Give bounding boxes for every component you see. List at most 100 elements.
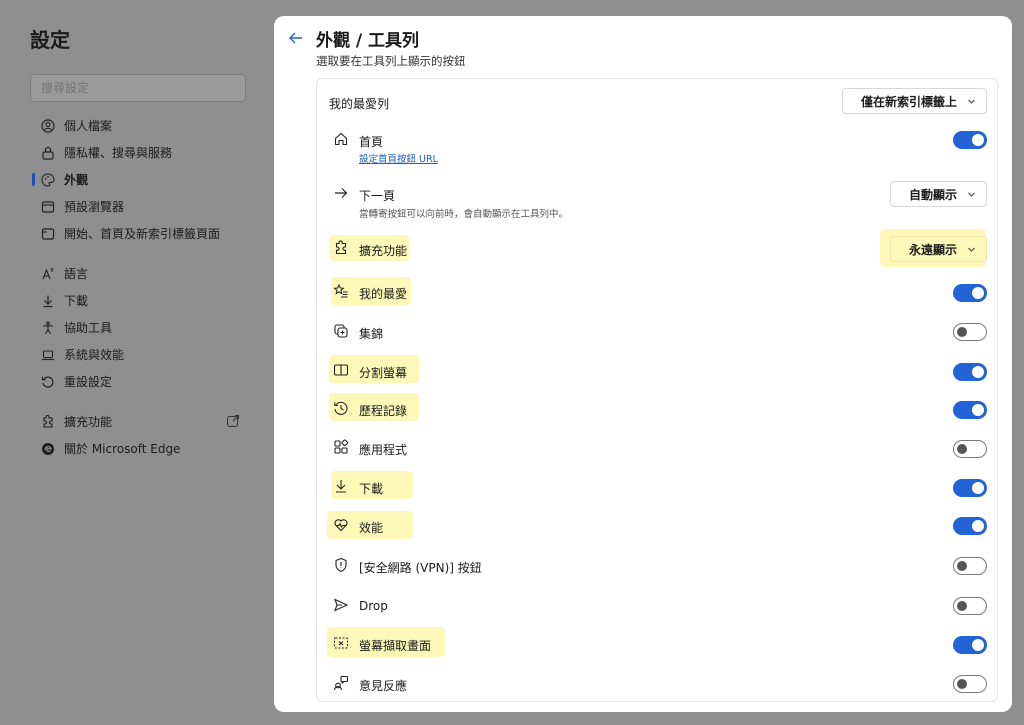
sidebar-item-label: 重設設定	[64, 375, 113, 389]
sidebar-title: 設定	[30, 28, 70, 52]
sidebar-item-language[interactable]: 語言	[30, 260, 250, 287]
performance-toggle[interactable]	[953, 517, 987, 535]
sidebar-item-label: 擴充功能	[64, 415, 113, 429]
lock-icon	[40, 145, 56, 161]
sidebar-item-about[interactable]: 關於 Microsoft Edge	[30, 435, 250, 462]
row-feedback: 意見反應	[317, 661, 997, 699]
row-performance: 效能	[317, 505, 997, 543]
back-arrow-icon[interactable]	[288, 30, 304, 46]
nav-group-secondary: 語言 下載 協助工具 系統與效能 重設設定	[30, 260, 250, 395]
external-link-icon[interactable]	[226, 414, 240, 428]
accessibility-icon	[40, 320, 56, 336]
feedback-label: 意見反應	[359, 679, 408, 693]
sidebar-item-label: 外觀	[64, 173, 89, 187]
send-icon	[333, 597, 349, 613]
row-drop: Drop	[317, 583, 997, 621]
feedback-icon	[333, 675, 349, 691]
home-label: 首頁	[359, 135, 384, 149]
sidebar-item-privacy[interactable]: 隱私權、搜尋與服務	[30, 139, 250, 166]
sidebar-item-label: 協助工具	[64, 321, 113, 335]
forward-description: 當轉寄按鈕可以向前時，會自動顯示在工具列中。	[359, 209, 569, 220]
profile-icon	[40, 118, 56, 134]
history-label: 歷程記錄	[359, 404, 408, 418]
start-page-icon	[40, 226, 56, 242]
apps-icon	[333, 439, 349, 455]
palette-icon	[40, 172, 56, 188]
favorites-bar-dropdown[interactable]: 僅在新索引標籤上	[841, 88, 987, 114]
performance-label: 效能	[359, 521, 384, 535]
screenshot-label: 螢幕擷取畫面	[359, 639, 432, 653]
extension-icon	[40, 414, 56, 430]
apps-toggle[interactable]	[953, 440, 987, 458]
drop-toggle[interactable]	[953, 597, 987, 615]
sidebar-item-label: 隱私權、搜尋與服務	[64, 146, 173, 160]
split-screen-toggle[interactable]	[953, 363, 987, 381]
chevron-down-icon	[967, 245, 976, 254]
set-home-url-link[interactable]: 設定首頁按鈕 URL	[359, 151, 438, 165]
dropdown-value: 僅在新索引標籤上	[860, 94, 957, 109]
page-subtitle: 選取要在工具列上顯示的按鈕	[316, 54, 466, 68]
collections-toggle[interactable]	[953, 323, 987, 341]
shield-icon	[333, 557, 349, 573]
page-title: 外觀 / 工具列	[316, 31, 420, 51]
row-favorites: 我的最愛	[317, 275, 997, 313]
sidebar-item-label: 個人檔案	[64, 119, 113, 133]
chevron-down-icon	[967, 190, 976, 199]
row-split-screen: 分割螢幕	[317, 351, 997, 389]
feedback-toggle[interactable]	[953, 675, 987, 693]
history-toggle[interactable]	[953, 401, 987, 419]
vpn-toggle[interactable]	[953, 557, 987, 575]
screenshot-toggle[interactable]	[953, 636, 987, 654]
row-history: 歷程記錄	[317, 389, 997, 427]
favorites-toggle[interactable]	[953, 284, 987, 302]
extensions-dropdown[interactable]: 永遠顯示	[889, 236, 987, 262]
favorites-bar-label: 我的最愛列	[329, 97, 390, 111]
forward-label: 下一頁	[359, 189, 396, 203]
sidebar: 設定 個人檔案 隱私權、搜尋與服務 外觀 預設瀏覽器	[0, 0, 270, 725]
row-collections: 集錦	[317, 313, 997, 351]
sidebar-item-system[interactable]: 系統與效能	[30, 341, 250, 368]
browser-icon	[40, 199, 56, 215]
history-icon	[333, 400, 349, 416]
search-settings-input[interactable]	[30, 74, 246, 102]
sidebar-item-profile[interactable]: 個人檔案	[30, 112, 250, 139]
arrow-right-icon	[333, 185, 349, 201]
split-screen-label: 分割螢幕	[359, 366, 408, 380]
sidebar-item-label: 關於 Microsoft Edge	[64, 442, 181, 456]
sidebar-item-label: 系統與效能	[64, 348, 125, 362]
sidebar-item-accessibility[interactable]: 協助工具	[30, 314, 250, 341]
downloads-toggle[interactable]	[953, 479, 987, 497]
downloads-label: 下載	[359, 482, 384, 496]
sidebar-item-appearance[interactable]: 外觀	[30, 166, 250, 193]
sidebar-item-start-page[interactable]: 開始、首頁及新索引標籤頁面	[30, 220, 250, 247]
nav-group-main: 個人檔案 隱私權、搜尋與服務 外觀 預設瀏覽器 開始、首頁及新索引標籤頁面	[30, 112, 250, 247]
edge-logo-icon	[40, 441, 56, 457]
home-icon	[333, 131, 349, 147]
language-icon	[40, 266, 56, 282]
extension-icon	[333, 240, 349, 256]
download-icon	[333, 478, 349, 494]
row-favorites-bar: 我的最愛列 僅在新索引標籤上	[317, 79, 997, 123]
sidebar-item-extensions[interactable]: 擴充功能	[30, 408, 250, 435]
extensions-label: 擴充功能	[359, 244, 408, 258]
drop-label: Drop	[359, 599, 388, 613]
collections-icon	[333, 323, 349, 339]
row-vpn: [安全網路 (VPN)] 按鈕	[317, 543, 997, 583]
forward-dropdown[interactable]: 自動顯示	[889, 181, 987, 207]
home-toggle[interactable]	[953, 131, 987, 149]
toolbar-settings-card: 我的最愛列 僅在新索引標籤上 首頁 設定首頁按鈕 URL 下一頁 當轉寄按鈕可以…	[316, 78, 998, 702]
sidebar-item-reset[interactable]: 重設設定	[30, 368, 250, 395]
collections-label: 集錦	[359, 327, 384, 341]
sidebar-item-downloads[interactable]: 下載	[30, 287, 250, 314]
chevron-down-icon	[967, 97, 976, 106]
sidebar-item-label: 開始、首頁及新索引標籤頁面	[64, 227, 221, 241]
sidebar-item-default-browser[interactable]: 預設瀏覽器	[30, 193, 250, 220]
sidebar-item-label: 語言	[64, 267, 89, 281]
row-screenshot: 螢幕擷取畫面	[317, 621, 997, 661]
row-home: 首頁 設定首頁按鈕 URL	[317, 123, 997, 167]
row-downloads: 下載	[317, 465, 997, 505]
apps-label: 應用程式	[359, 443, 408, 457]
favorites-label: 我的最愛	[359, 287, 408, 301]
sidebar-item-label: 預設瀏覽器	[64, 200, 125, 214]
row-forward: 下一頁 當轉寄按鈕可以向前時，會自動顯示在工具列中。 自動顯示	[317, 177, 997, 225]
